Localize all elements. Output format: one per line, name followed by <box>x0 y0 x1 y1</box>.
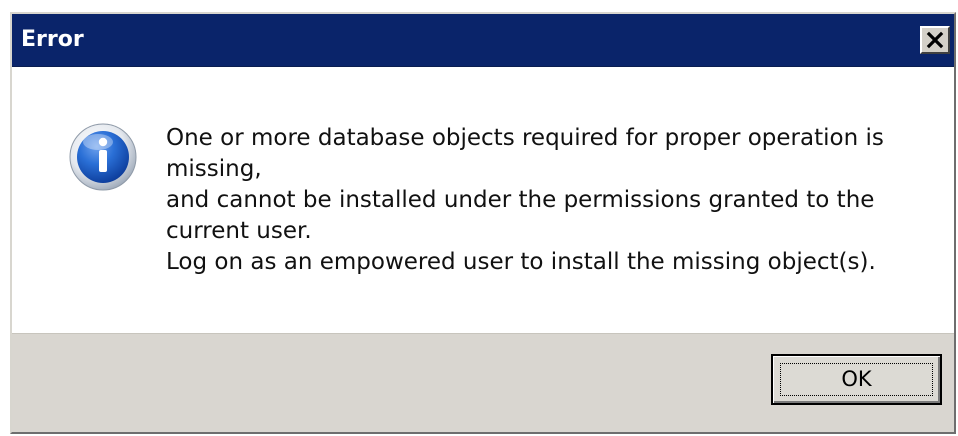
message-line: missing, <box>166 156 262 182</box>
information-icon <box>69 123 137 191</box>
close-button[interactable] <box>920 26 950 54</box>
ok-button-label: OK <box>841 366 872 391</box>
error-dialog: Error One or more database objects requi… <box>10 12 956 434</box>
message-line: One or more database objects required fo… <box>166 125 884 151</box>
window-title: Error <box>21 27 84 52</box>
dialog-content: One or more database objects required fo… <box>12 67 954 333</box>
message-line: and cannot be installed under the permis… <box>166 187 875 213</box>
message-line: Log on as an empowered user to install t… <box>166 249 876 275</box>
button-bar: OK <box>12 333 954 432</box>
message-line: current user. <box>166 218 312 244</box>
ok-button[interactable]: OK <box>771 354 942 405</box>
error-message: One or more database objects required fo… <box>166 123 906 278</box>
close-x-icon <box>926 31 944 49</box>
title-bar[interactable]: Error <box>12 14 954 67</box>
